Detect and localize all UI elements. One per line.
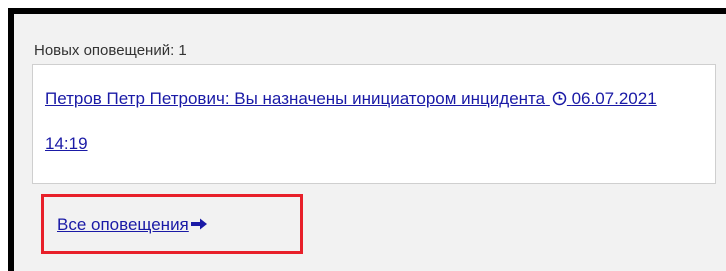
new-notifications-count: Новых оповещений: 1 bbox=[34, 42, 187, 59]
all-notifications-label: Все оповещения bbox=[57, 215, 189, 234]
all-notifications-highlight: Все оповещения bbox=[41, 194, 303, 254]
arrow-right-icon bbox=[190, 218, 207, 230]
notification-link[interactable]: Петров Петр Петрович: Вы назначены иници… bbox=[45, 76, 685, 166]
notifications-panel: Новых оповещений: 1 Петров Петр Петрович… bbox=[14, 14, 726, 271]
notification-text: Петров Петр Петрович: Вы назначены иници… bbox=[45, 89, 546, 108]
all-notifications-link[interactable]: Все оповещения bbox=[57, 215, 208, 235]
notification-item: Петров Петр Петрович: Вы назначены иници… bbox=[32, 64, 716, 184]
clock-icon bbox=[552, 91, 567, 106]
